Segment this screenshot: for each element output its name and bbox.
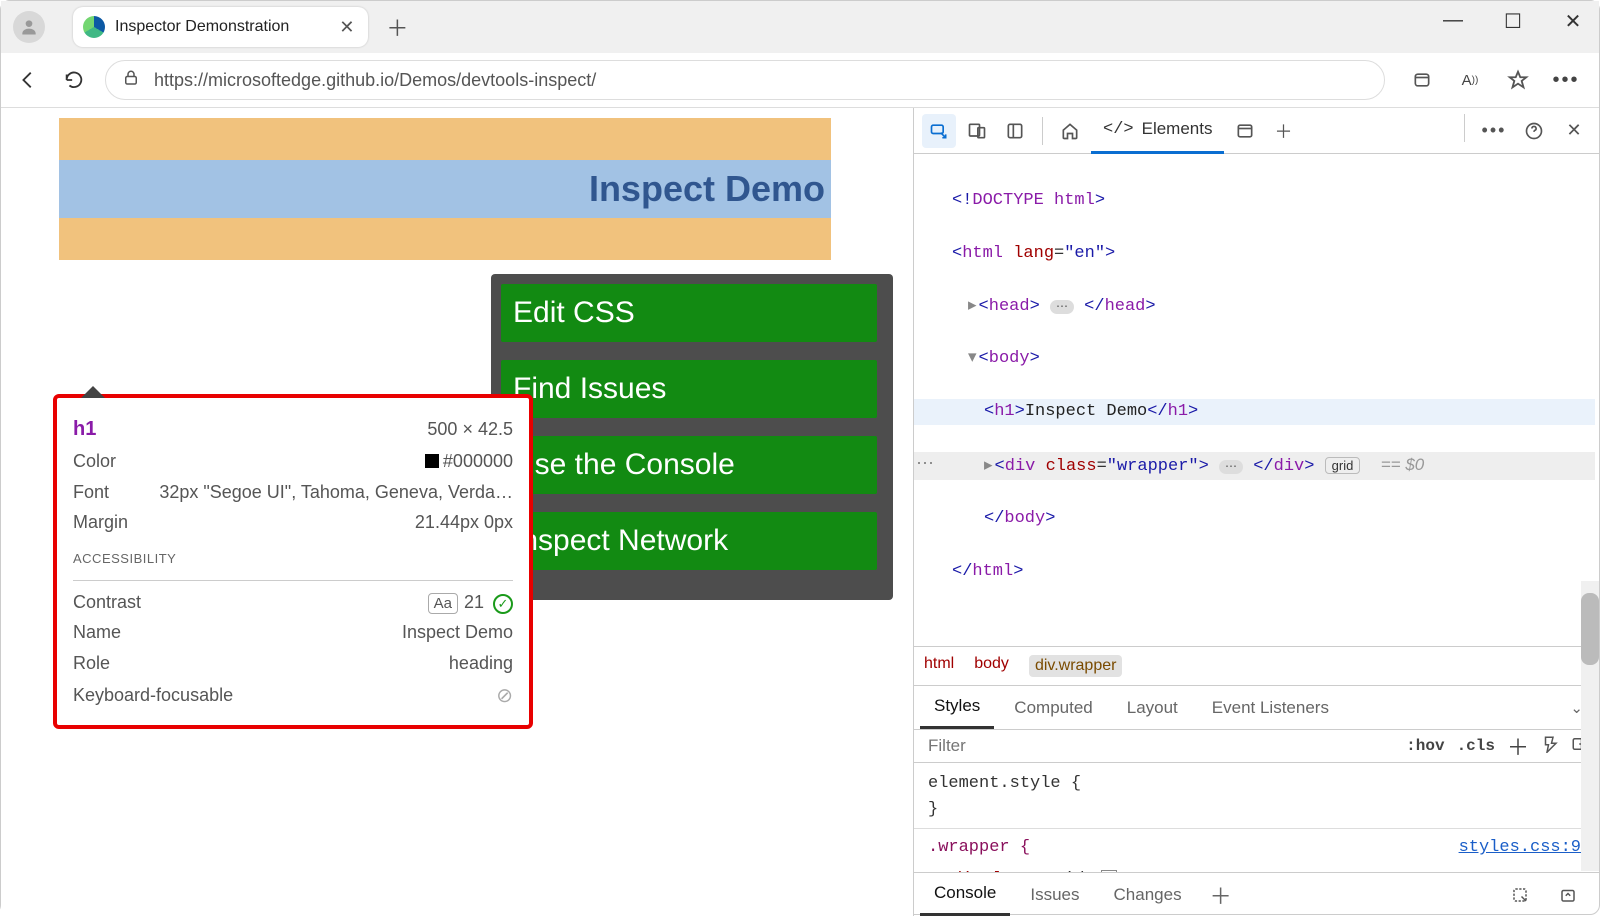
minimize-button[interactable]: ― [1437, 9, 1469, 34]
grid-icon[interactable] [1101, 870, 1117, 872]
read-aloud-icon[interactable]: A)) [1455, 65, 1485, 95]
url-text: https://microsoftedge.github.io/Demos/de… [154, 70, 1368, 91]
styles-tabbar: Styles Computed Layout Event Listeners ⌄ [914, 686, 1599, 730]
drawer-dock-icon[interactable] [1503, 878, 1537, 912]
tooltip-name-value: Inspect Demo [402, 617, 513, 648]
more-icon[interactable]: ••• [1551, 65, 1581, 95]
margin-overlay-top [59, 118, 831, 160]
tooltip-contrast-value: Aa21 ✓ [428, 587, 513, 618]
tooltip-role-value: heading [449, 648, 513, 679]
close-window-button[interactable]: ✕ [1557, 9, 1589, 34]
scrollbar-thumb[interactable] [1581, 593, 1599, 665]
devtools-toolbar: </> Elements ＋ ••• ✕ [914, 108, 1599, 154]
drawer-expand-icon[interactable] [1551, 878, 1585, 912]
application-tab-icon[interactable] [1228, 114, 1262, 148]
browser-tab[interactable]: Inspector Demonstration ✕ [73, 7, 368, 47]
profile-icon[interactable] [13, 11, 45, 43]
page-button-find-issues[interactable]: Find Issues [501, 360, 877, 418]
tooltip-dimensions: 500 × 42.5 [427, 414, 513, 445]
breadcrumb-wrapper[interactable]: div.wrapper [1029, 655, 1123, 677]
page-button-use-console[interactable]: Use the Console [501, 436, 877, 494]
dom-node-wrapper[interactable]: ▸<div class="wrapper"> ⋯ </div> grid == … [914, 452, 1595, 480]
back-button[interactable] [13, 65, 43, 95]
tooltip-role-label: Role [73, 648, 110, 679]
tab-title: Inspector Demonstration [115, 18, 289, 36]
tab-close-icon[interactable]: ✕ [339, 17, 354, 38]
devtools-help-icon[interactable] [1517, 114, 1551, 148]
check-icon: ✓ [493, 594, 513, 614]
styles-filter-row: :hov .cls ＋ [914, 730, 1599, 763]
page-button-inspect-network[interactable]: Inspect Network [501, 512, 877, 570]
page-heading[interactable]: Inspect Demo [59, 160, 831, 218]
edge-favicon [83, 16, 105, 38]
app-icon[interactable] [1407, 65, 1437, 95]
styles-filter-input[interactable] [914, 736, 1396, 756]
devtools-drawer: Console Issues Changes ＋ [914, 872, 1599, 916]
browser-titlebar: Inspector Demonstration ✕ ＋ ― ☐ ✕ [1, 1, 1599, 53]
tooltip-color-value: #000000 [425, 446, 513, 477]
lock-icon [122, 69, 140, 92]
console-tab[interactable]: Console [920, 873, 1010, 916]
tooltip-margin-value: 21.44px 0px [415, 507, 513, 538]
breadcrumb-body[interactable]: body [974, 655, 1009, 677]
page-viewport: Inspect Demo Edit CSS Find Issues Use th… [1, 108, 913, 916]
page-wrapper: Edit CSS Find Issues Use the Console Ins… [491, 274, 893, 600]
inspect-tooltip: h1 500 × 42.5 Color #000000 Font 32px "S… [53, 394, 533, 729]
tooltip-keyboard-label: Keyboard-focusable [73, 680, 233, 711]
layout-tab[interactable]: Layout [1113, 688, 1192, 728]
styles-panel[interactable]: element.style { } styles.css:9 .wrapper … [914, 763, 1599, 872]
styles-tab[interactable]: Styles [920, 686, 994, 729]
event-listeners-tab[interactable]: Event Listeners [1198, 688, 1343, 728]
devtools-more-icon[interactable]: ••• [1477, 114, 1511, 148]
welcome-tab[interactable] [1053, 114, 1087, 148]
refresh-button[interactable] [59, 65, 89, 95]
margin-overlay-bottom [59, 218, 831, 260]
dom-tree[interactable]: <!DOCTYPE html> <html lang="en"> ▸<head>… [914, 154, 1599, 646]
breadcrumb-html[interactable]: html [924, 655, 954, 677]
new-style-rule-icon[interactable]: ＋ [1507, 730, 1529, 762]
issues-tab[interactable]: Issues [1016, 875, 1093, 915]
paint-flash-icon[interactable] [1541, 735, 1559, 758]
source-link[interactable]: styles.css:9 [1459, 835, 1581, 861]
tooltip-color-label: Color [73, 446, 116, 477]
address-bar[interactable]: https://microsoftedge.github.io/Demos/de… [105, 60, 1385, 100]
device-emulation-toggle[interactable] [960, 114, 994, 148]
favorite-icon[interactable] [1503, 65, 1533, 95]
cls-toggle[interactable]: .cls [1457, 737, 1495, 755]
maximize-button[interactable]: ☐ [1497, 9, 1529, 34]
tooltip-contrast-label: Contrast [73, 587, 141, 618]
drawer-add-icon[interactable]: ＋ [1202, 879, 1240, 911]
changes-tab[interactable]: Changes [1100, 875, 1196, 915]
tooltip-font-value: 32px "Segoe UI", Tahoma, Geneva, Verda… [159, 477, 513, 508]
tooltip-name-label: Name [73, 617, 121, 648]
tooltip-font-label: Font [73, 477, 109, 508]
browser-toolbar: https://microsoftedge.github.io/Demos/de… [1, 53, 1599, 108]
window-controls: ― ☐ ✕ [1437, 9, 1589, 34]
tooltip-divider [73, 580, 513, 581]
new-tab-button[interactable]: ＋ [386, 11, 408, 43]
dom-breadcrumb[interactable]: html body div.wrapper [914, 646, 1599, 686]
elements-tab[interactable]: </> Elements [1091, 108, 1224, 154]
tooltip-margin-label: Margin [73, 507, 128, 538]
inspect-element-toggle[interactable] [922, 114, 956, 148]
computed-tab[interactable]: Computed [1000, 688, 1106, 728]
tooltip-tagname: h1 [73, 412, 96, 446]
dom-node-h1[interactable]: <h1>Inspect Demo</h1> [914, 399, 1595, 425]
page-button-edit-css[interactable]: Edit CSS [501, 284, 877, 342]
tooltip-accessibility-heading: ACCESSIBILITY [73, 548, 513, 570]
devtools-close-icon[interactable]: ✕ [1557, 114, 1591, 148]
activity-bar-toggle[interactable] [998, 114, 1032, 148]
no-icon: ⊘ [496, 679, 513, 713]
devtools-panel: </> Elements ＋ ••• ✕ <!DOCTYPE html> <ht… [913, 108, 1599, 916]
more-tabs-icon[interactable]: ＋ [1266, 114, 1300, 148]
hov-toggle[interactable]: :hov [1406, 737, 1444, 755]
